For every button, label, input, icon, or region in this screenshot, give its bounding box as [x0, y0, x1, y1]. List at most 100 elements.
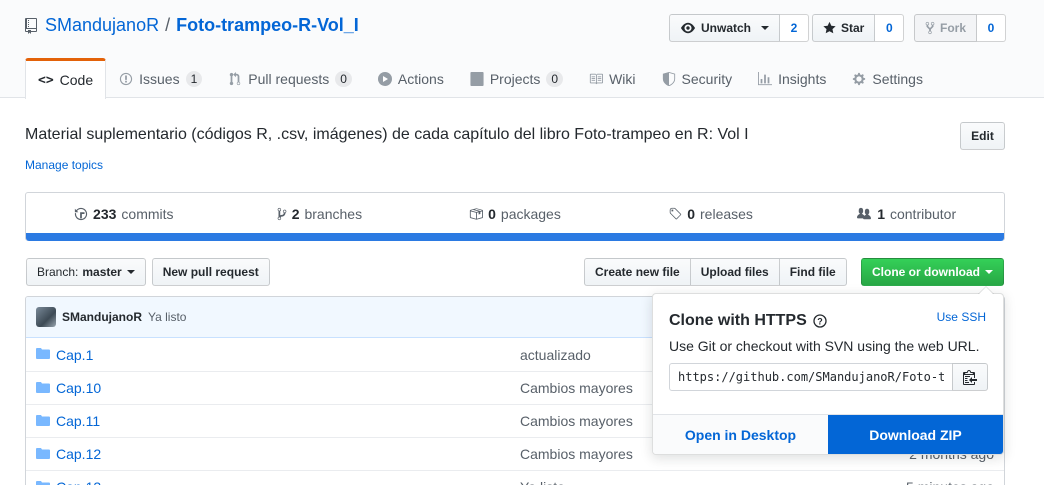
clone-panel-title: Clone with HTTPS ?	[669, 312, 827, 330]
package-icon	[469, 207, 484, 220]
tab-code[interactable]: <> Code	[25, 58, 107, 99]
branch-select-button[interactable]: Branch: master	[26, 258, 146, 286]
commits-link[interactable]: 233 commits	[26, 193, 222, 234]
folder-icon	[36, 382, 50, 393]
watch-group: Unwatch 2	[669, 14, 810, 42]
star-label: Star	[841, 21, 865, 35]
use-ssh-link[interactable]: Use SSH	[937, 310, 986, 324]
folder-icon	[36, 481, 50, 485]
tab-issues-label: Issues	[139, 70, 180, 87]
tab-insights-label: Insights	[778, 70, 827, 87]
clone-url-input[interactable]	[669, 363, 953, 391]
fork-icon	[925, 21, 935, 35]
create-new-file-button[interactable]: Create new file	[584, 258, 691, 286]
releases-link[interactable]: 0 releases	[613, 193, 809, 234]
find-file-button[interactable]: Find file	[778, 258, 847, 286]
file-name-link[interactable]: Cap.11	[56, 413, 100, 429]
file-name-link[interactable]: Cap.13	[56, 479, 101, 485]
contributors-label: contributor	[889, 205, 957, 222]
file-name-link[interactable]: Cap.12	[56, 446, 101, 462]
folder-icon	[36, 348, 50, 359]
clone-or-download-button[interactable]: Clone or download	[861, 258, 1004, 286]
svg-text:?: ?	[817, 317, 823, 327]
repo-owner-link[interactable]: SMandujanoR	[45, 15, 159, 36]
star-group: Star 0	[812, 14, 905, 42]
file-age: 5 minutes ago	[906, 479, 994, 485]
new-pull-request-button[interactable]: New pull request	[151, 258, 270, 286]
tab-code-label: Code	[59, 72, 94, 88]
stargazers-count[interactable]: 0	[875, 14, 905, 42]
repo-name-link[interactable]: Foto-trampeo-R-Vol_I	[176, 15, 359, 36]
fork-label: Fork	[940, 21, 967, 35]
packages-count: 0	[488, 205, 496, 222]
clone-panel-footer: Open in Desktop Download ZIP	[653, 414, 1003, 454]
gear-icon	[853, 72, 866, 85]
file-name-link[interactable]: Cap.10	[56, 380, 101, 396]
branch-prefix: Branch:	[37, 265, 79, 279]
tab-actions[interactable]: Actions	[365, 58, 457, 98]
project-icon	[470, 71, 484, 86]
file-commit-message-link[interactable]: Cambios mayores	[520, 446, 633, 462]
tab-issues[interactable]: Issues 1	[106, 58, 215, 98]
commit-message-link[interactable]: Ya listo	[148, 310, 186, 324]
folder-icon	[36, 415, 50, 426]
watchers-count[interactable]: 2	[780, 14, 810, 42]
clone-or-download-label: Clone or download	[872, 265, 980, 279]
graph-icon	[758, 71, 773, 85]
branch-name: master	[82, 265, 122, 279]
file-commit-message-link[interactable]: actualizado	[520, 347, 591, 363]
tab-security-label: Security	[681, 70, 733, 87]
avatar[interactable]	[36, 307, 56, 327]
star-button[interactable]: Star	[812, 14, 876, 42]
table-row: Cap.13 Ya listo 5 minutes ago	[26, 470, 1004, 485]
clippy-icon	[963, 370, 977, 385]
pulls-counter: 0	[335, 70, 352, 87]
folder-icon	[36, 448, 50, 459]
repo-title-separator: /	[165, 15, 171, 35]
download-zip-button[interactable]: Download ZIP	[828, 415, 1003, 454]
tag-icon	[669, 207, 682, 219]
commits-count: 233	[93, 205, 117, 222]
packages-link[interactable]: 0 packages	[417, 193, 613, 234]
tab-security[interactable]: Security	[649, 58, 746, 98]
tab-insights[interactable]: Insights	[745, 58, 839, 98]
manage-topics-link[interactable]: Manage topics	[25, 158, 103, 172]
repo-icon	[25, 17, 37, 34]
tab-wiki[interactable]: Wiki	[576, 58, 648, 98]
chevron-down-icon	[985, 270, 993, 274]
contributors-link[interactable]: 1 contributor	[808, 193, 1004, 234]
play-icon	[377, 71, 392, 86]
code-icon: <>	[38, 72, 54, 88]
open-in-desktop-button[interactable]: Open in Desktop	[653, 415, 828, 454]
file-name-link[interactable]: Cap.1	[56, 347, 93, 363]
fork-button[interactable]: Fork	[914, 14, 978, 42]
issue-opened-icon	[120, 72, 133, 85]
language-bar	[26, 233, 1004, 241]
contributors-count: 1	[877, 205, 885, 222]
book-icon	[589, 73, 604, 84]
repo-description: Material suplementario (códigos R, .csv,…	[25, 126, 749, 143]
git-pull-request-icon	[230, 71, 241, 85]
forks-count[interactable]: 0	[977, 14, 1007, 42]
releases-count: 0	[687, 205, 696, 222]
copy-url-button[interactable]	[952, 363, 988, 391]
tab-actions-label: Actions	[397, 70, 444, 87]
tab-pull-requests[interactable]: Pull requests 0	[215, 58, 365, 98]
unwatch-label: Unwatch	[701, 21, 752, 35]
branches-label: branches	[304, 205, 363, 222]
branches-count: 2	[291, 205, 300, 222]
fork-group: Fork 0	[914, 14, 1007, 42]
commit-author-link[interactable]: SMandujanoR	[62, 310, 142, 324]
unwatch-button[interactable]: Unwatch	[669, 14, 781, 42]
edit-description-button[interactable]: Edit	[960, 122, 1005, 150]
clone-description: Use Git or checkout with SVN using the w…	[669, 338, 980, 354]
branches-link[interactable]: 2 branches	[222, 193, 418, 234]
file-commit-message-link[interactable]: Cambios mayores	[520, 380, 633, 396]
file-commit-message-link[interactable]: Cambios mayores	[520, 413, 633, 429]
file-commit-message-link[interactable]: Ya listo	[520, 479, 565, 485]
file-navigation-left: Branch: master New pull request	[26, 258, 270, 286]
tab-settings[interactable]: Settings	[839, 58, 936, 98]
tab-projects[interactable]: Projects 0	[457, 58, 576, 98]
upload-files-button[interactable]: Upload files	[689, 258, 780, 286]
question-icon[interactable]: ?	[813, 314, 827, 328]
